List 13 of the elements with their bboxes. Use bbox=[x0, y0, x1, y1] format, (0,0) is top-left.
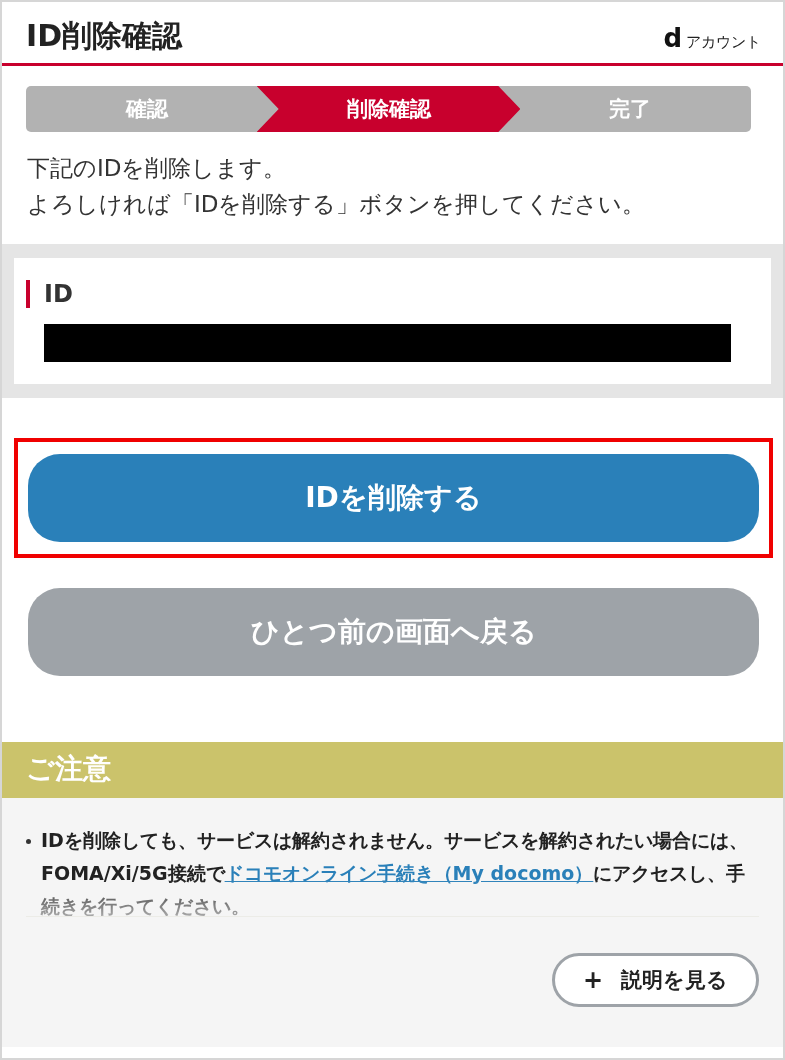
brand-mark: d bbox=[663, 23, 682, 53]
delete-button[interactable]: IDを削除する bbox=[28, 454, 759, 542]
notice-header: ご注意 bbox=[2, 742, 783, 798]
back-button[interactable]: ひとつ前の画面へ戻る bbox=[28, 588, 759, 676]
progress-step: 削除確認 bbox=[256, 86, 521, 132]
notice-text: IDを削除しても、サービスは解約されません。サービスを解約されたい場合には、FOMA/Xi/5G接続で ドコモオンライン手続き（My docomo）にアクセスし、手続きを行ってください。 bbox=[41, 828, 749, 916]
id-label: ID bbox=[26, 280, 731, 308]
instruction-text: よろしければ「IDを削除する」ボタンを押してください。 bbox=[27, 190, 647, 219]
brand-text: アカウント bbox=[686, 33, 761, 52]
show-details-button[interactable]: + 説明を見る bbox=[551, 953, 759, 1007]
bullet-icon bbox=[26, 839, 31, 844]
page-title: ID削除確認 bbox=[26, 17, 183, 55]
instruction-text: 下記のIDを削除します。 bbox=[27, 154, 288, 183]
